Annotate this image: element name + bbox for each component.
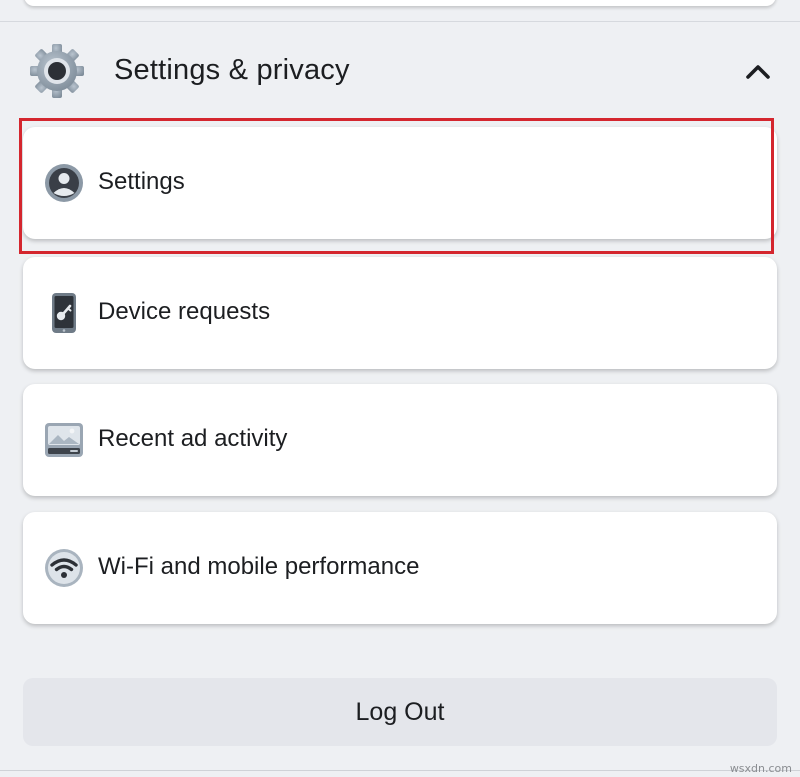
wifi-icon — [44, 548, 84, 588]
menu-item-label: Settings — [98, 168, 185, 195]
bottom-divider — [0, 770, 800, 771]
log-out-label: Log Out — [355, 698, 445, 726]
gear-icon — [28, 42, 86, 100]
watermark: wsxdn.com — [729, 762, 792, 775]
profile-icon — [44, 163, 84, 203]
phone-key-icon — [44, 293, 84, 333]
section-title: Settings & privacy — [114, 54, 350, 86]
settings-menu-screen: Settings & privacy Settings Device reque… — [0, 0, 800, 777]
menu-item-wifi-performance[interactable]: Wi-Fi and mobile performance — [23, 512, 777, 624]
previous-card[interactable] — [24, 0, 776, 6]
menu-item-recent-ad-activity[interactable]: Recent ad activity — [23, 384, 777, 496]
settings-privacy-header[interactable]: Settings & privacy — [0, 22, 800, 120]
chevron-up-icon[interactable] — [744, 62, 772, 82]
menu-item-label: Device requests — [98, 298, 271, 325]
log-out-button[interactable]: Log Out — [23, 678, 777, 746]
menu-item-label: Recent ad activity — [98, 425, 288, 452]
ad-image-icon — [44, 420, 84, 460]
menu-item-label: Wi-Fi and mobile performance — [98, 553, 420, 580]
menu-item-settings[interactable]: Settings — [23, 127, 777, 239]
menu-item-device-requests[interactable]: Device requests — [23, 257, 777, 369]
